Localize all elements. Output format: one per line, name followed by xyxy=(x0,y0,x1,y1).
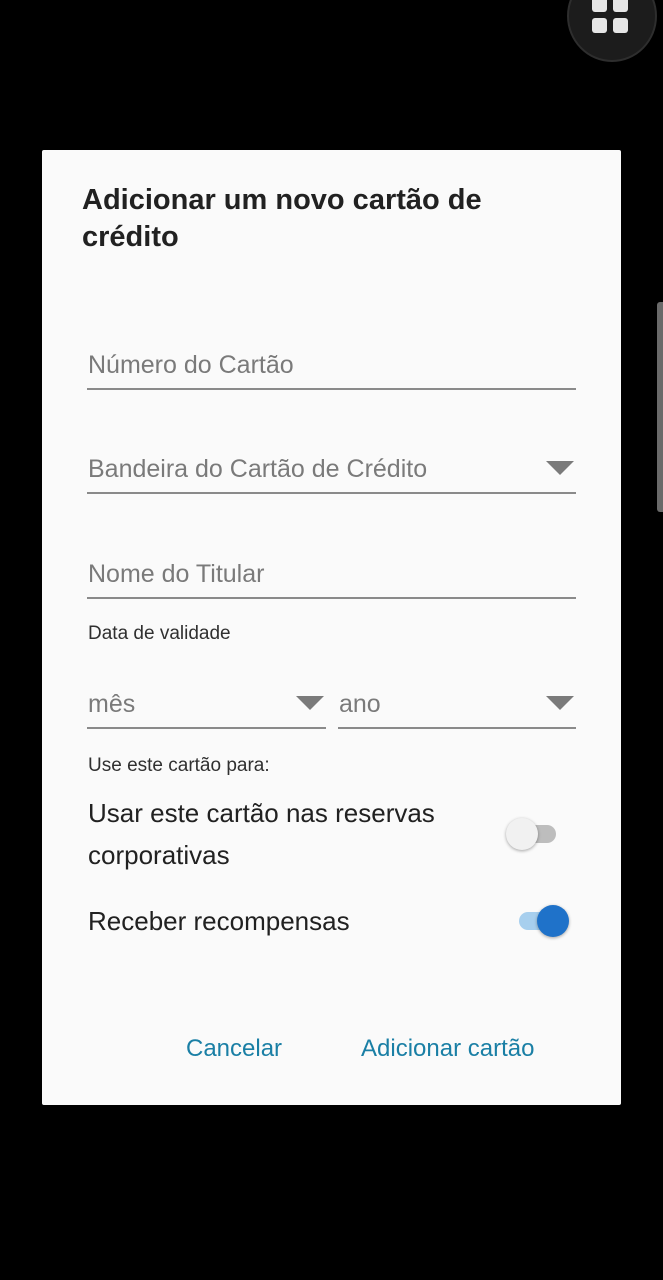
screen: Adicionar um novo cartão de crédito Núme… xyxy=(0,0,663,1280)
usage-label: Use este cartão para: xyxy=(88,755,270,776)
grid-icon-cell xyxy=(613,18,628,33)
add-card-button[interactable]: Adicionar cartão xyxy=(361,1035,534,1063)
holder-name-placeholder: Nome do Titular xyxy=(88,560,265,588)
rewards-switch[interactable] xyxy=(517,903,569,939)
dialog-title: Adicionar um novo cartão de crédito xyxy=(82,184,482,253)
cancel-button[interactable]: Cancelar xyxy=(186,1035,282,1063)
grid-icon-cell xyxy=(592,18,607,33)
add-card-dialog: Adicionar um novo cartão de crédito Núme… xyxy=(42,150,621,1105)
chevron-down-icon xyxy=(296,696,324,710)
card-number-placeholder: Número do Cartão xyxy=(88,351,294,379)
expiry-year-dropdown[interactable]: ano xyxy=(338,679,576,729)
expiry-month-placeholder: mês xyxy=(88,690,136,718)
card-brand-dropdown[interactable]: Bandeira do Cartão de Crédito xyxy=(87,444,576,494)
expiry-label: Data de validade xyxy=(88,623,231,644)
card-brand-placeholder: Bandeira do Cartão de Crédito xyxy=(88,455,428,483)
edge-panel-handle[interactable] xyxy=(657,302,663,512)
chevron-down-icon xyxy=(546,696,574,710)
app-grid-button[interactable] xyxy=(567,0,657,62)
grid-icon xyxy=(592,0,607,12)
expiry-year-placeholder: ano xyxy=(339,690,381,718)
corporate-toggle-label: Usar este cartão nas reservas corporativ… xyxy=(88,798,435,870)
switch-thumb xyxy=(537,905,569,937)
expiry-month-dropdown[interactable]: mês xyxy=(87,679,326,729)
corporate-bookings-switch[interactable] xyxy=(506,816,558,852)
card-number-field[interactable]: Número do Cartão xyxy=(87,340,576,390)
chevron-down-icon xyxy=(546,461,574,475)
holder-name-field[interactable]: Nome do Titular xyxy=(87,549,576,599)
grid-icon-cell xyxy=(613,0,628,12)
rewards-toggle-label: Receber recompensas xyxy=(88,906,350,936)
switch-thumb xyxy=(506,818,538,850)
